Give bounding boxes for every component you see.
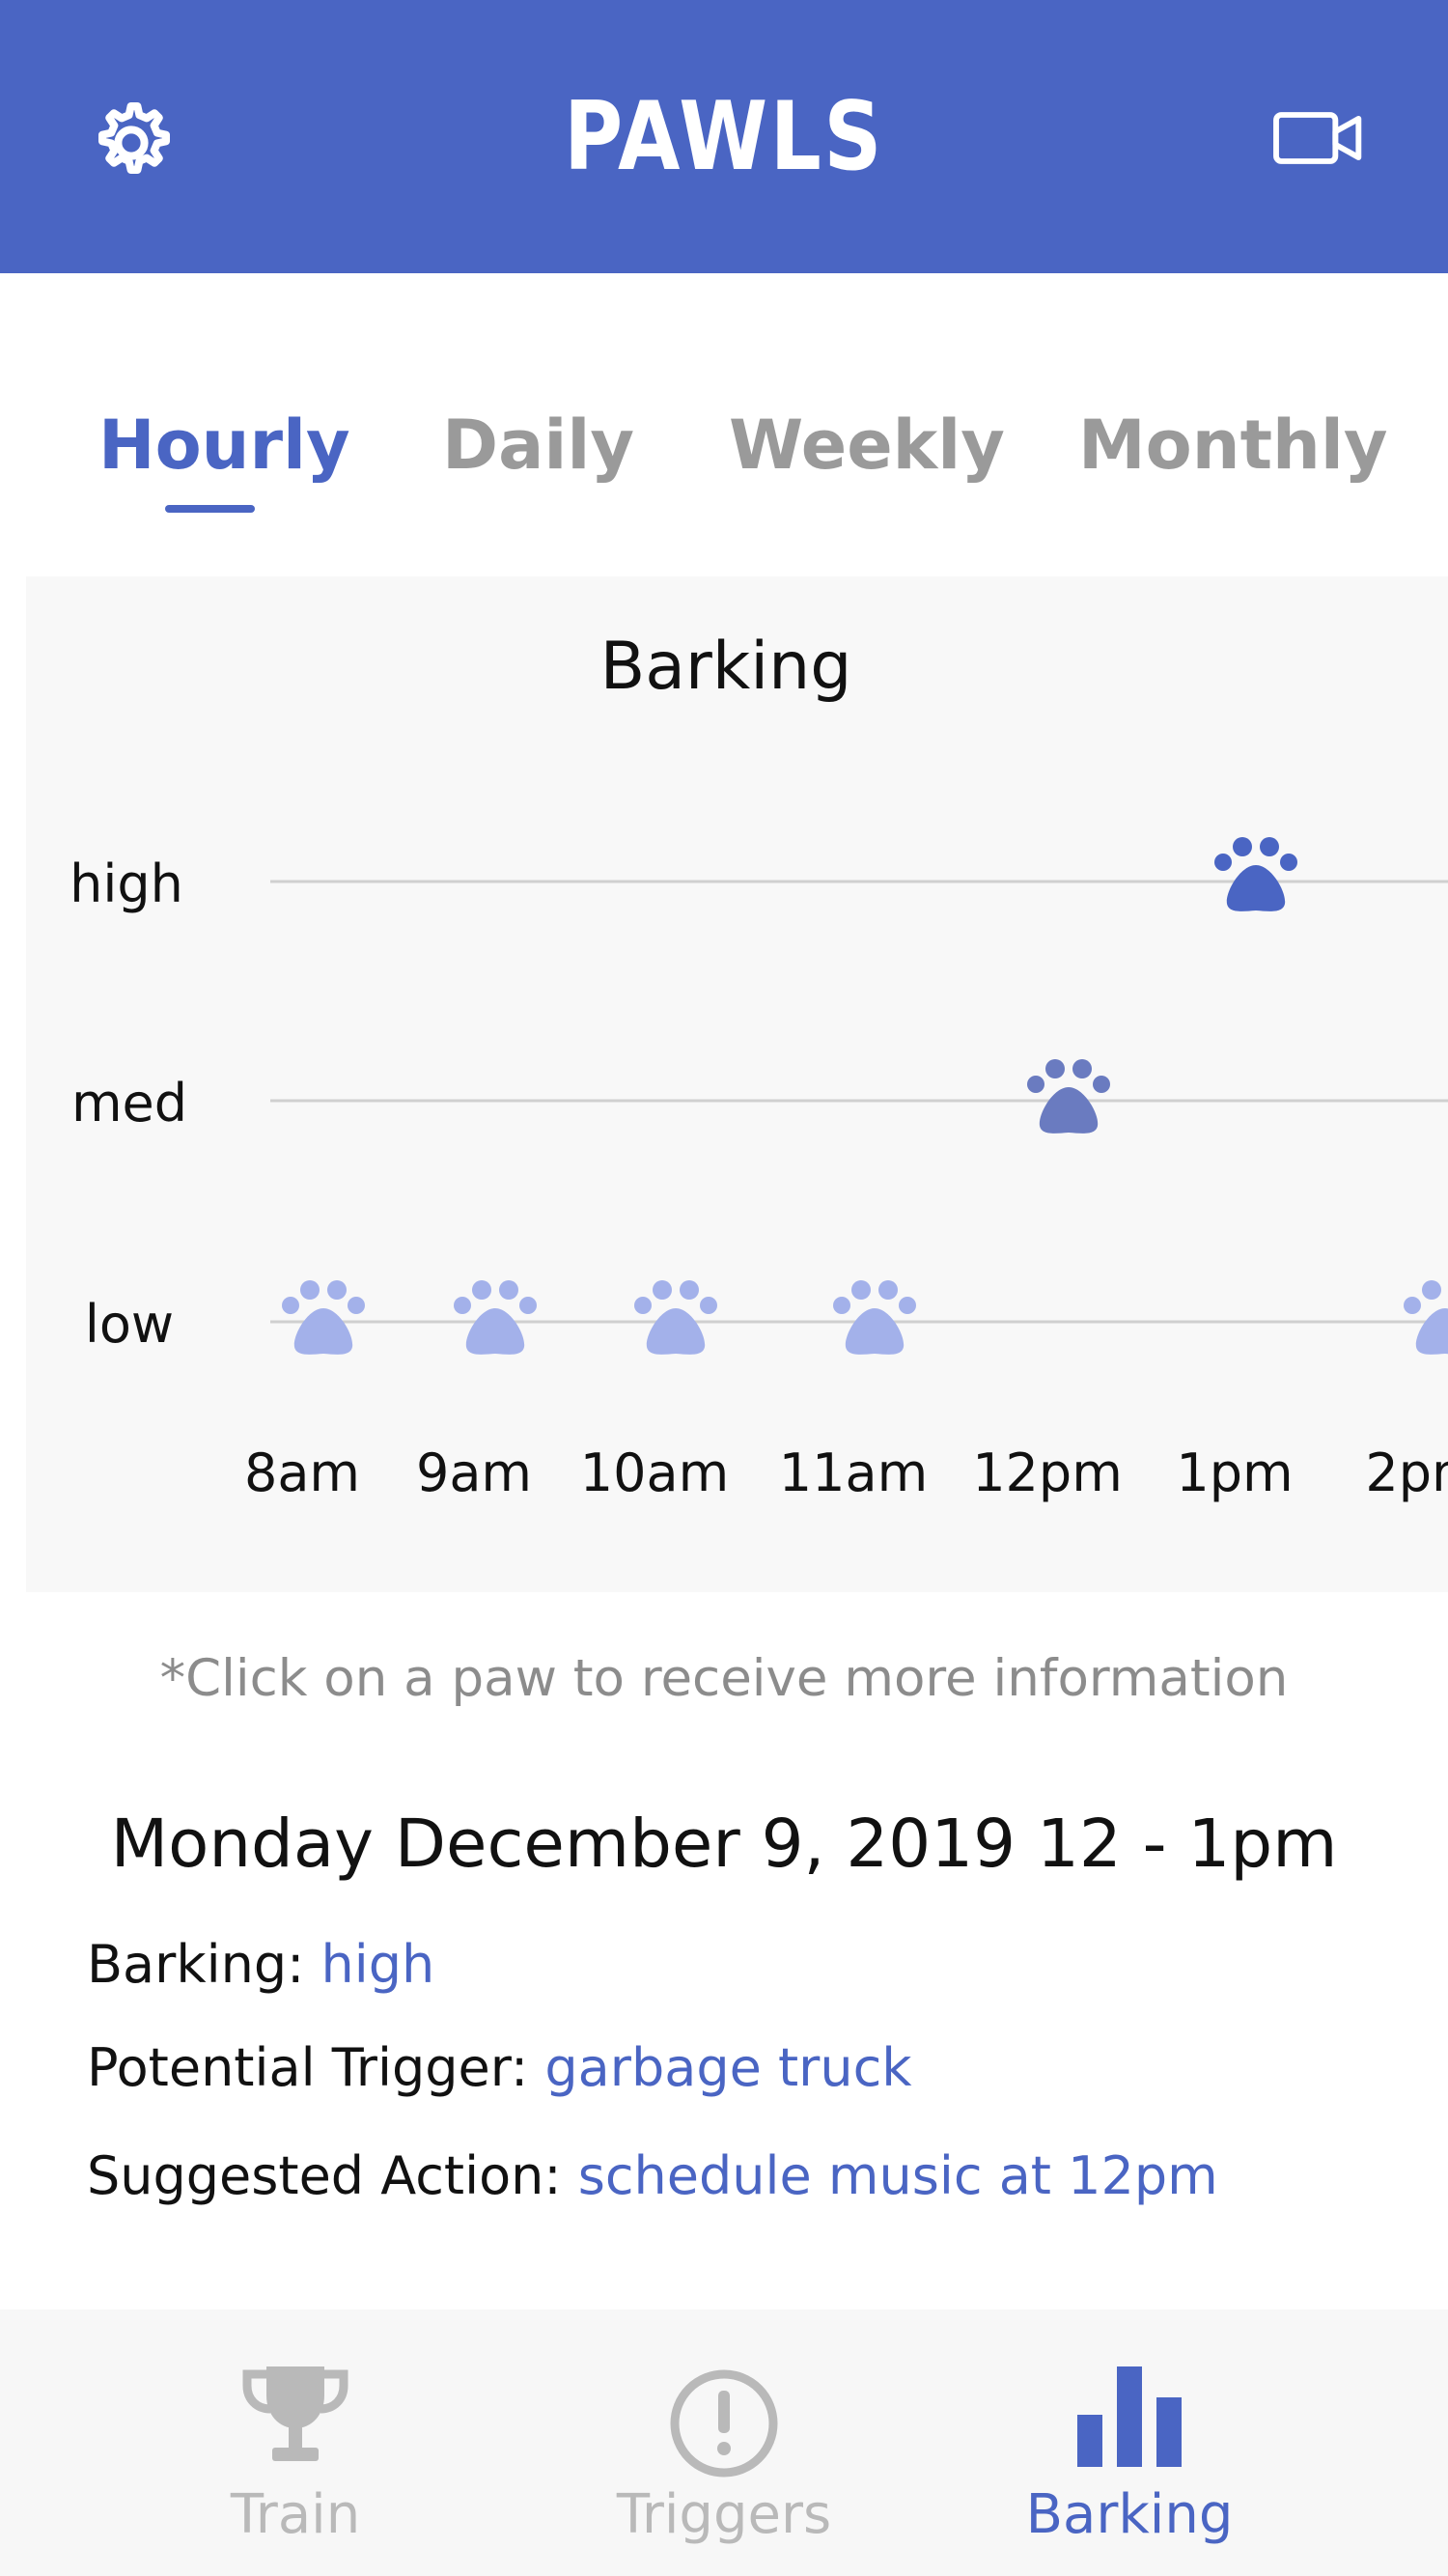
x-label-10am: 10am [580, 1442, 729, 1503]
y-label-med: med [71, 1073, 187, 1134]
tab-hourly[interactable]: Hourly [98, 406, 350, 485]
barking-detail-value: high [320, 1934, 435, 1995]
trigger-detail-value[interactable]: garbage truck [544, 2037, 911, 2098]
nav-barking-label: Barking [1025, 2483, 1234, 2546]
barking-detail-label: Barking: [87, 1934, 321, 1995]
chart-canvas: Barking low med high 8am 9am 10am 11am 12pm 1pm 2p… [70, 629, 1448, 1503]
action-detail-label: Suggested Action: [87, 2145, 578, 2206]
paw-marker-11am[interactable] [833, 1280, 916, 1355]
tab-daily[interactable]: Daily [442, 406, 634, 485]
trigger-detail-label: Potential Trigger: [87, 2037, 545, 2098]
tab-weekly[interactable]: Weekly [729, 406, 1005, 485]
trophy-icon [242, 2366, 348, 2461]
paw-marker-2pm[interactable] [1404, 1280, 1448, 1355]
period-tabs: Hourly Daily Weekly Monthly [0, 406, 1448, 521]
trigger-detail-row: Potential Trigger: garbage truck [87, 2037, 912, 2098]
paw-marker-8am[interactable] [282, 1280, 365, 1355]
paw-marker-1pm[interactable] [1214, 837, 1297, 911]
x-label-1pm: 1pm [1176, 1442, 1293, 1503]
bar-chart-icon [1077, 2366, 1182, 2467]
chart-title: Barking [600, 629, 852, 705]
paw-marker-9am[interactable] [454, 1280, 537, 1355]
video-camera-icon[interactable] [1272, 106, 1365, 170]
detail-title: Monday December 9, 2019 12 - 1pm [110, 1806, 1338, 1883]
y-label-low: low [85, 1294, 174, 1355]
x-label-11am: 11am [779, 1442, 928, 1503]
barking-chart: Barking low med high 8am 9am 10am 11am 12pm 1pm 2p… [26, 576, 1448, 1592]
x-label-12pm: 12pm [972, 1442, 1123, 1503]
x-label-9am: 9am [416, 1442, 532, 1503]
action-detail-row: Suggested Action: schedule music at 12pm [87, 2145, 1218, 2206]
exclamation-circle-icon [670, 2369, 778, 2478]
tab-monthly[interactable]: Monthly [1078, 406, 1388, 485]
x-label-8am: 8am [244, 1442, 360, 1503]
nav-train[interactable]: Train [54, 2310, 537, 2576]
barking-detail-row: Barking: high [87, 1934, 434, 1995]
hint-text: *Click on a paw to receive more informat… [159, 1649, 1289, 1708]
active-tab-indicator [165, 505, 255, 513]
x-label-2pm: 2pm [1365, 1442, 1448, 1503]
action-detail-value[interactable]: schedule music at 12pm [578, 2145, 1218, 2206]
app-title: PAWLS [564, 82, 884, 192]
nav-barking[interactable]: Barking [888, 2310, 1371, 2576]
nav-train-label: Train [230, 2483, 361, 2546]
paw-marker-12pm[interactable] [1027, 1059, 1110, 1134]
y-label-high: high [70, 854, 183, 914]
app-header: PAWLS [0, 0, 1448, 273]
paw-marker-10am[interactable] [634, 1280, 717, 1355]
bottom-nav: Train Triggers Barking [0, 2310, 1448, 2576]
